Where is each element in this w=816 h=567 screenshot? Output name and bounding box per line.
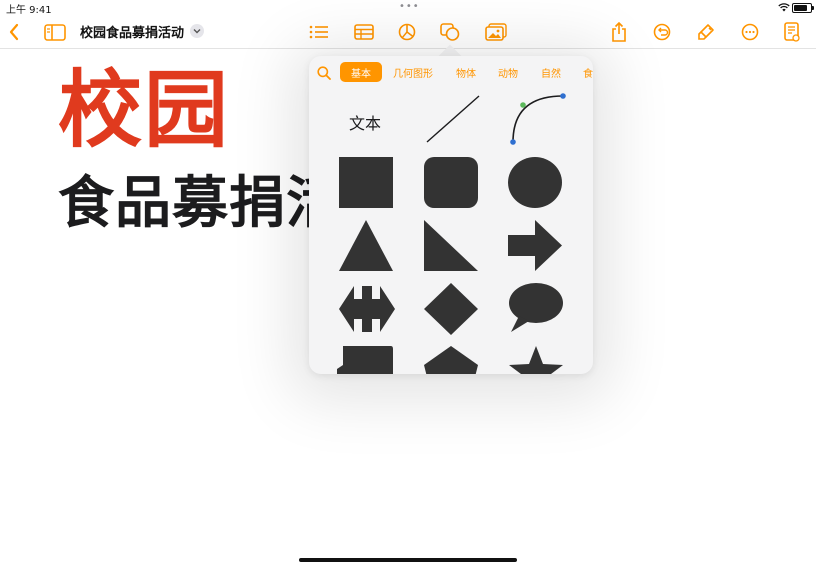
shape-star[interactable] bbox=[507, 345, 565, 374]
back-chevron-icon[interactable] bbox=[2, 20, 26, 44]
shape-arrow[interactable] bbox=[507, 219, 563, 273]
table-icon[interactable] bbox=[352, 20, 376, 44]
shape-pentagon[interactable] bbox=[423, 345, 479, 374]
shape-curve[interactable] bbox=[507, 92, 569, 146]
format-brush-icon[interactable] bbox=[694, 20, 718, 44]
shape-right-triangle[interactable] bbox=[423, 219, 479, 273]
sidebar-toggle-icon[interactable] bbox=[43, 20, 67, 44]
shape-triangle[interactable] bbox=[338, 219, 394, 273]
shape-diamond[interactable] bbox=[423, 282, 479, 336]
tab-geometry[interactable]: 几何图形 bbox=[393, 62, 433, 82]
share-icon[interactable] bbox=[607, 20, 631, 44]
shape-callout[interactable] bbox=[335, 345, 395, 374]
more-icon[interactable] bbox=[738, 20, 762, 44]
shape-line[interactable] bbox=[423, 92, 483, 146]
tab-animals[interactable]: 动物 bbox=[498, 62, 518, 82]
document-title[interactable]: 校园食品募捐活动 bbox=[80, 22, 184, 41]
multitasking-dots[interactable]: ••• bbox=[399, 1, 420, 12]
media-icon[interactable] bbox=[484, 20, 508, 44]
shape-double-arrow[interactable] bbox=[338, 282, 396, 336]
chart-icon[interactable] bbox=[395, 20, 419, 44]
tab-food[interactable]: 食 bbox=[583, 62, 593, 82]
tab-objects[interactable]: 物体 bbox=[456, 62, 476, 82]
shape-speech-bubble[interactable] bbox=[507, 282, 565, 336]
status-time: 上午 9:41 bbox=[6, 5, 52, 16]
list-icon[interactable] bbox=[307, 20, 331, 44]
shape-rounded-rectangle[interactable] bbox=[423, 156, 479, 210]
shape-square[interactable] bbox=[338, 156, 394, 210]
tab-basic[interactable]: 基本 bbox=[340, 62, 382, 82]
shape-circle[interactable] bbox=[507, 156, 563, 210]
toolbar-divider bbox=[0, 48, 816, 49]
tab-nature[interactable]: 自然 bbox=[541, 62, 561, 82]
wifi-icon bbox=[778, 3, 790, 12]
document-setup-icon[interactable] bbox=[780, 20, 804, 44]
document-heading-line1[interactable]: 校园 bbox=[58, 68, 230, 152]
shapes-popover: 基本 几何图形 物体 动物 自然 食 文本 bbox=[309, 56, 593, 374]
shapes-icon[interactable] bbox=[438, 20, 462, 44]
title-menu-chevron-icon[interactable] bbox=[190, 24, 204, 38]
undo-icon[interactable] bbox=[650, 20, 674, 44]
shape-text[interactable]: 文本 bbox=[349, 110, 381, 134]
document-heading-line2[interactable]: 食品募捐活 bbox=[58, 176, 343, 232]
battery-icon bbox=[792, 3, 814, 13]
search-icon[interactable] bbox=[317, 65, 331, 84]
home-indicator[interactable] bbox=[299, 558, 517, 562]
